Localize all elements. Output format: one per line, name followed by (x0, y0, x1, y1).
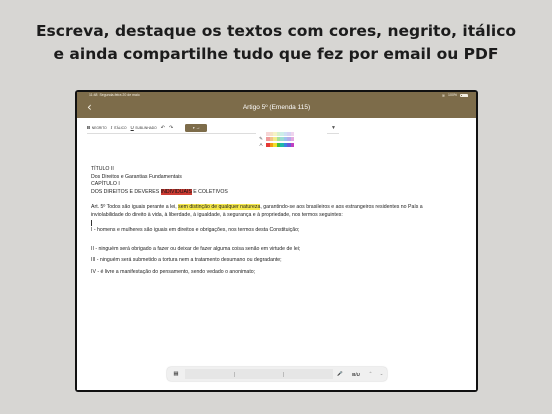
doc-item-1: I - homens e mulheres são iguais em dire… (91, 226, 300, 233)
color-picker-button[interactable]: ▾ ⤙ (185, 123, 208, 132)
wifi-icon: ≋ (441, 93, 446, 98)
status-bar: 11:48 Segunda-feira 20 de maio ≋ 100% (77, 92, 476, 99)
status-date: Segunda-feira 20 de maio (99, 93, 140, 97)
tablet-frame: 11:48 Segunda-feira 20 de maio ≋ 100% ‹ … (75, 90, 478, 392)
underline-label: SUBLINHADO (135, 125, 157, 130)
chevron-down-icon[interactable]: ⌄ (380, 371, 384, 377)
nav-bar: ‹ Artigo 5º (Emenda 115) (77, 99, 476, 118)
doc-chapter: CAPÍTULO I (91, 181, 120, 188)
chevron-up-icon[interactable]: ⌃ (369, 371, 373, 377)
italic-icon: I (110, 125, 113, 130)
format-toolbar: B NEGRITO I ITÁLICO U SUBLINHADO ↶ ↷ ▾ ⤙ (87, 123, 272, 132)
keyboard-icon[interactable]: ▦ (167, 371, 185, 377)
bold-label: NEGRITO (91, 125, 107, 130)
keyboard-shortcut-bar: ▦ 🎤 B/U ⌃ ⌄ (167, 367, 387, 381)
underline-button[interactable]: U SUBLINHADO (131, 125, 157, 130)
format-biu-button[interactable]: B/U (347, 372, 365, 377)
doc-article-line-2: inviolabilidade do direito à vida, à lib… (91, 211, 343, 218)
undo-icon[interactable]: ↶ (161, 125, 165, 131)
document-text[interactable]: TÍTULO II Dos Direitos e Garantias Funda… (91, 166, 471, 276)
color-swatch[interactable] (290, 131, 294, 136)
underline-icon: U (130, 125, 134, 130)
font-color-icon[interactable]: A (256, 142, 266, 147)
italic-label: ITÁLICO (113, 125, 127, 130)
yellow-highlight: sem distinção de qualquer natureza (178, 203, 261, 210)
redo-icon[interactable]: ↷ (169, 125, 173, 131)
app-screen: 11:48 Segunda-feira 20 de maio ≋ 100% ‹ … (77, 92, 476, 390)
doc-item-2: II - ninguém será obrigado a fazer ou de… (91, 245, 301, 252)
promo-headline: Escreva, destaque os textos com cores, n… (0, 20, 552, 66)
doc-title: TÍTULO II (91, 166, 114, 172)
doc-item-4: IV - é livre a manifestação do pensament… (91, 268, 256, 275)
swatch-group-strong (266, 142, 294, 147)
bold-button[interactable]: B NEGRITO (87, 125, 107, 130)
chevron-down-icon: ▾ (192, 125, 195, 130)
color-palette-popover: ✎ A (256, 131, 327, 149)
doc-chapter-name: DOS DIREITOS E DEVERES INDIVIDUAIS E COL… (91, 188, 228, 195)
doc-item-3: III - ninguém será submetido a tortura n… (91, 257, 282, 264)
color-swatch[interactable] (290, 142, 294, 147)
doc-article-line-1: Art. 5º Todos são iguais perante a lei, … (91, 203, 423, 210)
palette-row-strong: A (256, 142, 294, 147)
palette-row-mid: ✎ (256, 136, 294, 142)
italic-button[interactable]: I ITÁLICO (111, 125, 127, 130)
microphone-icon[interactable]: 🎤 (333, 371, 347, 377)
predictive-suggestions[interactable] (185, 369, 333, 379)
bold-icon: B (87, 125, 91, 130)
text-cursor (91, 219, 471, 227)
filter-icon[interactable]: ▼ (331, 125, 336, 131)
status-time: 11:48 (89, 93, 98, 97)
color-swatch[interactable] (290, 137, 294, 141)
headline-line-2: e ainda compartilhe tudo que fez por ema… (53, 45, 499, 63)
red-highlight: INDIVIDUAIS (160, 188, 192, 195)
nav-title: Artigo 5º (Emenda 115) (242, 104, 311, 111)
battery-percent: 100% (448, 93, 457, 97)
doc-subtitle: Dos Direitos e Garantias Fundamentais (91, 173, 182, 180)
headline-line-1: Escreva, destaque os textos com cores, n… (35, 22, 517, 40)
share-icon: ⤙ (196, 125, 200, 130)
battery-icon (460, 93, 468, 98)
swatch-group-mid (266, 137, 294, 141)
swatch-group-light (266, 131, 294, 136)
